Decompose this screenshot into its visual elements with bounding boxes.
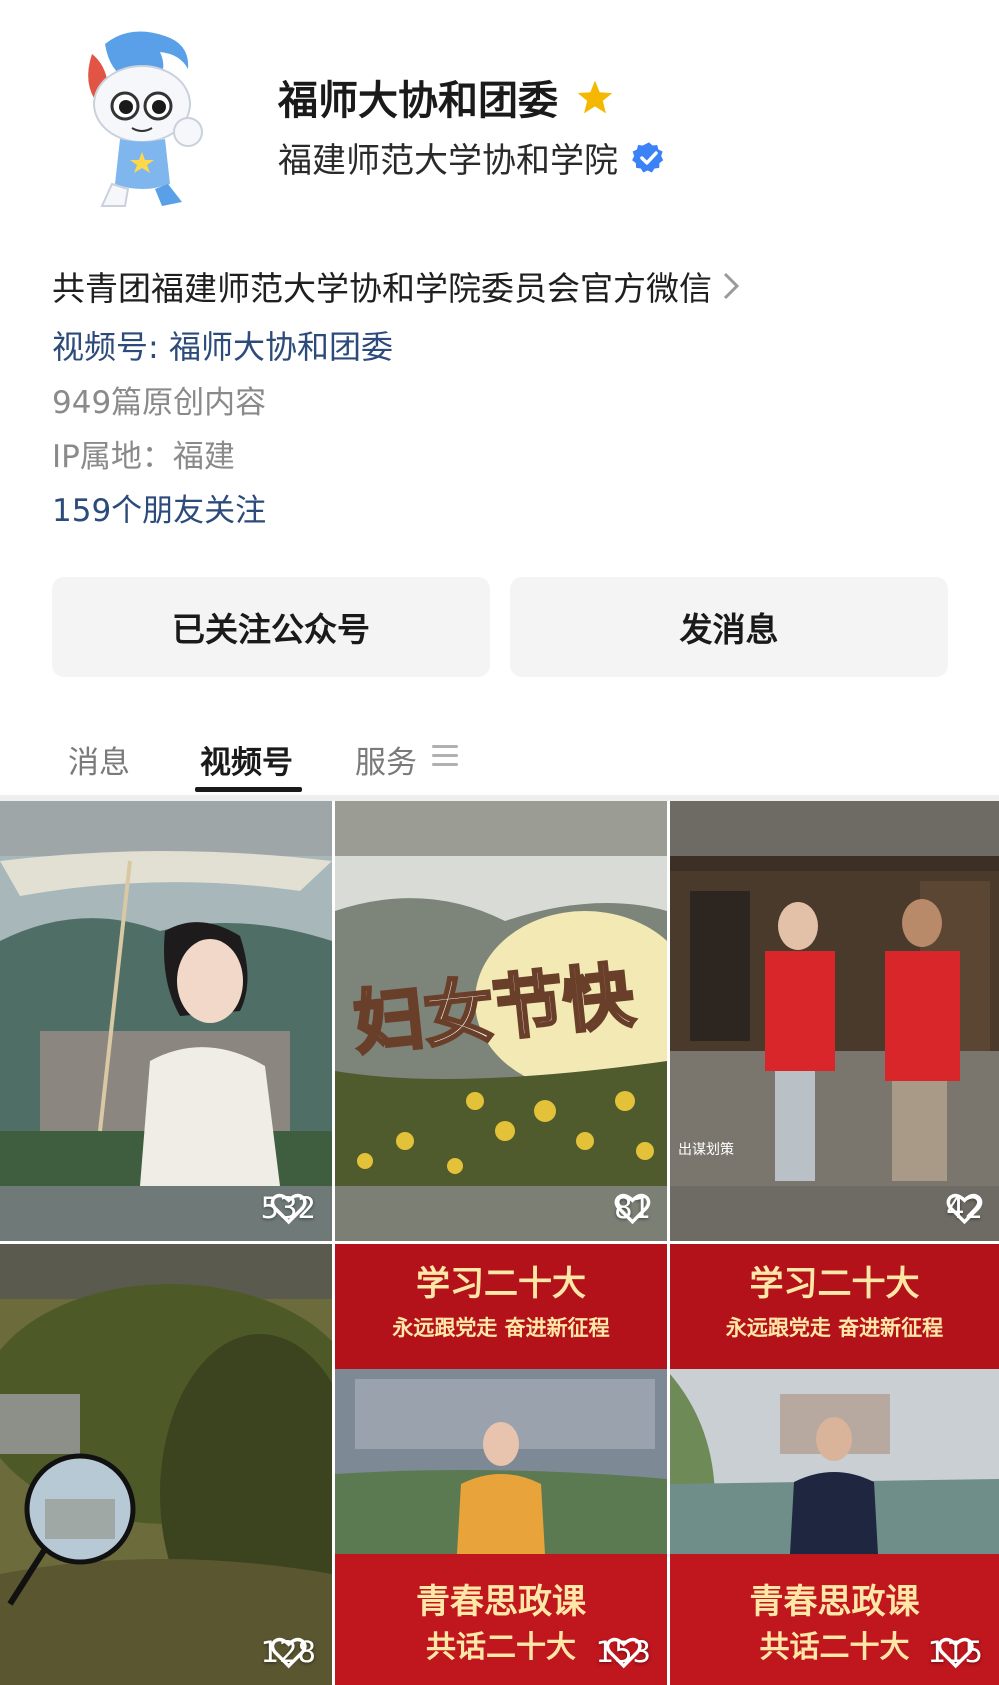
tab-channels[interactable]: 视频号: [200, 737, 293, 782]
account-subject: 福建师范大学协和学院: [278, 141, 618, 181]
friends-follow-link[interactable]: 159个朋友关注: [52, 485, 266, 530]
video-thumbnail-image: [0, 801, 332, 1241]
video-caption: 出谋划策: [678, 1142, 734, 1158]
account-name: 福师大协和团委: [278, 78, 558, 124]
video-banner-title: 学习二十大: [749, 1264, 920, 1304]
video-like-count: 115: [927, 1635, 983, 1669]
menu-icon[interactable]: [432, 745, 458, 767]
video-banner-bottom: 青春思政课: [749, 1582, 920, 1622]
account-description-row[interactable]: 共青团福建师范大学协和学院委员会官方微信: [52, 262, 740, 310]
video-like-count: 128: [260, 1635, 316, 1669]
video-banner-title: 学习二十大: [416, 1264, 586, 1304]
video-banner-bottom: 青春思政课: [416, 1582, 586, 1622]
heart-icon: [937, 1637, 974, 1669]
video-like-count: 153: [595, 1635, 651, 1669]
video-thumbnail[interactable]: 学习二十大 永远跟党走 奋进新征程 青春思政课 共话二十大 153: [335, 1244, 667, 1685]
heart-icon: [270, 1193, 307, 1225]
heart-icon: [270, 1637, 307, 1669]
video-like-count: 532: [260, 1191, 316, 1225]
video-thumbnail-image: [670, 801, 999, 1241]
video-banner-subtitle: 永远跟党走 奋进新征程: [392, 1315, 610, 1340]
original-content-count: 949篇原创内容: [52, 385, 267, 421]
chevron-right-icon: [723, 272, 740, 300]
star-icon: [577, 80, 613, 114]
video-like-count: 81: [614, 1191, 651, 1225]
heart-icon: [605, 1637, 642, 1669]
video-thumbnail[interactable]: 学习二十大 永远跟党走 奋进新征程 青春思政课 共话二十大 115: [670, 1244, 999, 1685]
tab-messages[interactable]: 消息: [68, 737, 130, 782]
video-banner-subtitle: 永远跟党走 奋进新征程: [725, 1315, 944, 1340]
video-thumbnail[interactable]: 532: [0, 801, 332, 1241]
account-avatar[interactable]: [70, 24, 220, 214]
channel-link[interactable]: 视频号: 福师大协和团委: [52, 322, 393, 368]
ip-location: IP属地：福建: [52, 439, 235, 475]
heart-icon: [614, 1193, 651, 1225]
video-thumbnail[interactable]: 出谋划策 42: [670, 801, 999, 1241]
account-subject-row[interactable]: 福建师范大学协和学院: [278, 133, 666, 182]
followed-button[interactable]: 已关注公众号: [52, 577, 490, 677]
send-message-button[interactable]: 发消息: [510, 577, 948, 677]
verified-icon: [632, 141, 664, 172]
video-thumbnail[interactable]: 妇女节快 81: [335, 801, 667, 1241]
heart-icon: [946, 1193, 983, 1225]
video-thumbnail[interactable]: 128: [0, 1244, 332, 1685]
account-name-row: 福师大协和团委: [278, 68, 614, 126]
video-thumbnail-image: [0, 1244, 332, 1685]
tab-services[interactable]: 服务: [355, 737, 417, 782]
active-tab-indicator: [195, 787, 302, 792]
account-description: 共青团福建师范大学协和学院委员会官方微信: [52, 269, 712, 308]
video-like-count: 42: [946, 1191, 983, 1225]
tab-bar: 消息 视频号 服务: [0, 735, 999, 792]
